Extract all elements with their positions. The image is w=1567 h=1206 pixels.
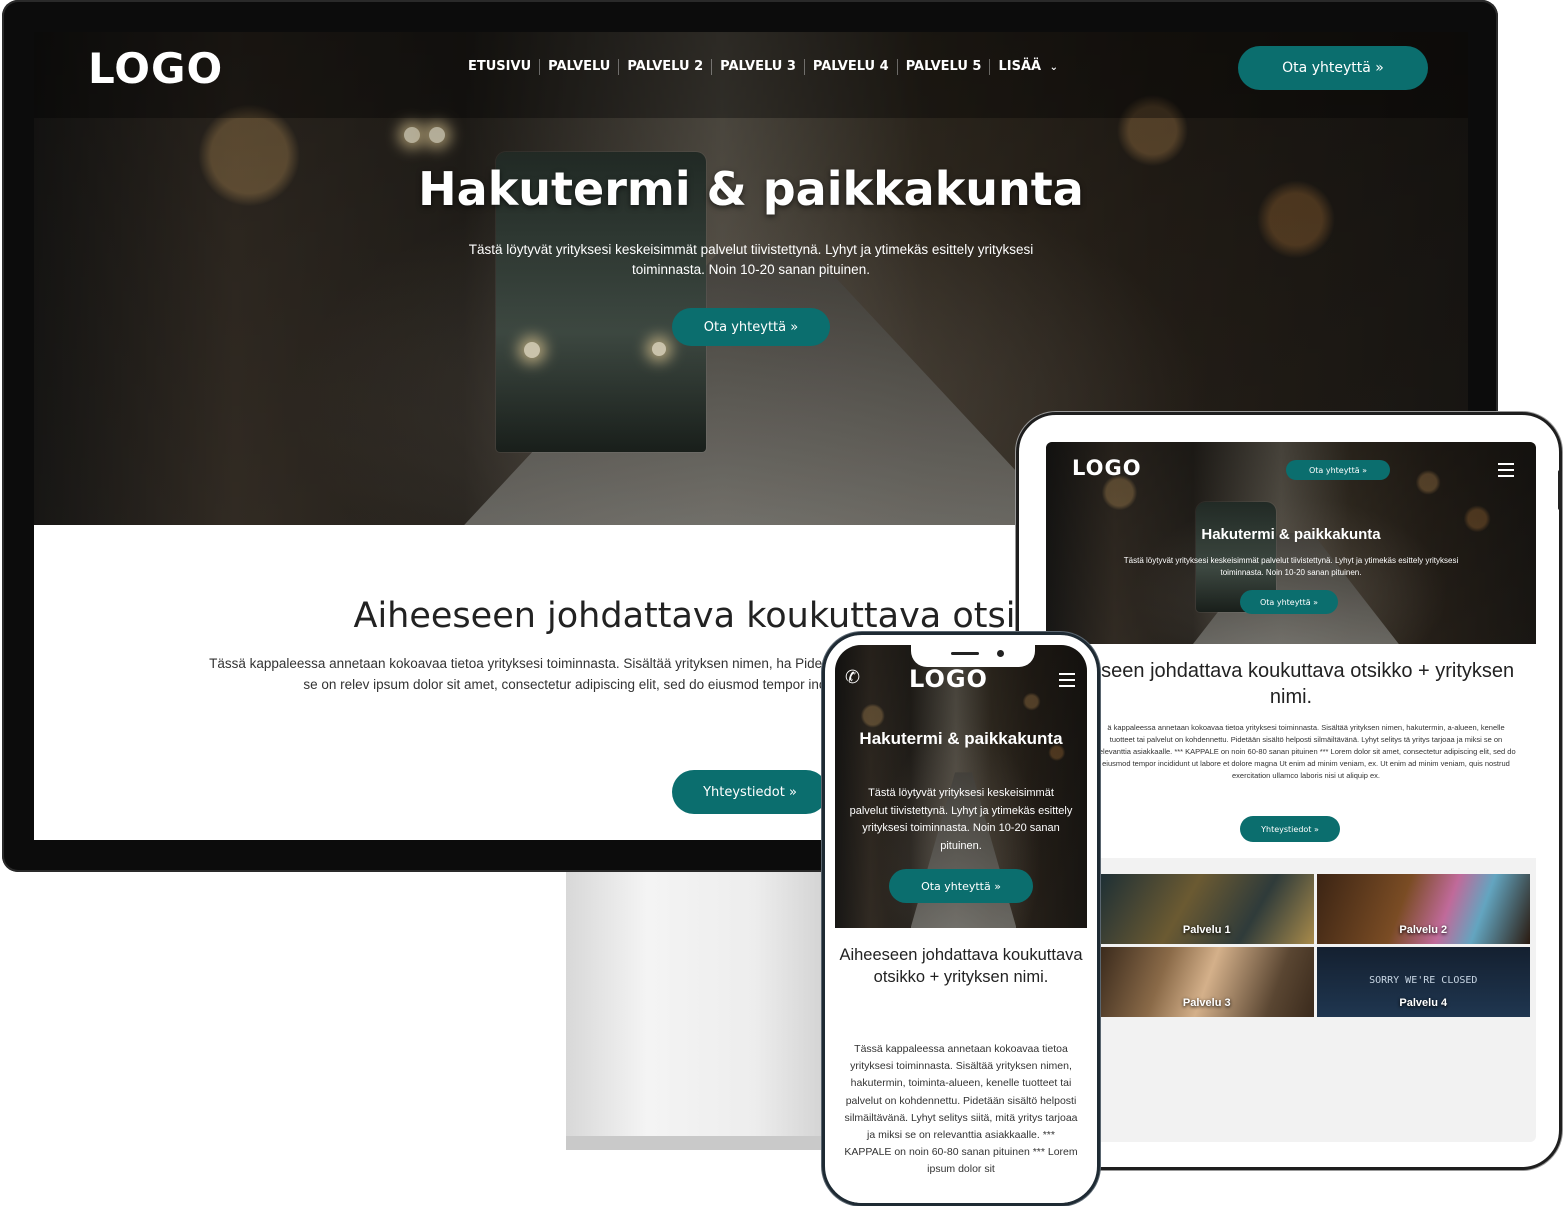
service-tile-3[interactable]: Palvelu 3 bbox=[1100, 947, 1314, 1017]
menu-item-lisaa-label: LISÄÄ bbox=[998, 59, 1042, 74]
phone-camera bbox=[997, 650, 1004, 657]
service-tile-label: Palvelu 4 bbox=[1399, 997, 1448, 1009]
hero-title: Hakutermi & paikkakunta bbox=[418, 162, 1084, 216]
services-grid: Palvelu 1 Palvelu 2 Palvelu 3 SORRY WE'R… bbox=[1100, 874, 1530, 1017]
menu-item-palvelu[interactable]: PALVELU bbox=[539, 59, 618, 75]
menu-item-palvelu-2[interactable]: PALVELU 2 bbox=[618, 59, 711, 75]
hero-title: Hakutermi & paikkakunta bbox=[859, 729, 1063, 748]
phone-icon[interactable]: ✆ bbox=[845, 667, 860, 688]
intro-paragraph: Tässä kappaleessa annetaan kokoavaa tiet… bbox=[844, 1043, 1078, 1176]
menu-item-lisaa[interactable]: LISÄÄ ⌄ bbox=[989, 59, 1066, 75]
intro-paragraph: ä kappaleessa annetaan kokoavaa tietoa y… bbox=[1096, 723, 1516, 780]
chevron-down-icon: ⌄ bbox=[1049, 62, 1058, 73]
hero-subtitle: Tästä löytyvät yrityksesi keskeisimmät p… bbox=[849, 787, 1073, 852]
service-tile-label: Palvelu 1 bbox=[1182, 924, 1231, 936]
header-contact-button[interactable]: Ota yhteyttä » bbox=[1238, 46, 1428, 90]
monitor-stand bbox=[566, 866, 836, 1150]
closed-sign: SORRY WE'RE CLOSED bbox=[1369, 975, 1478, 986]
hero-contact-button[interactable]: Ota yhteyttä » bbox=[889, 869, 1033, 903]
hero-contact-button[interactable]: Ota yhteyttä » bbox=[672, 308, 830, 346]
hero-contact-button[interactable]: Ota yhteyttä » bbox=[1240, 590, 1338, 614]
header-contact-button[interactable]: Ota yhteyttä » bbox=[1286, 460, 1390, 480]
contact-details-button[interactable]: Yhteystiedot » bbox=[672, 770, 828, 814]
hamburger-menu-icon[interactable] bbox=[1059, 673, 1075, 691]
hero-subtitle: Tästä löytyvät yrityksesi keskeisimmät p… bbox=[468, 242, 1034, 277]
intro-heading: heeseen johdattava koukuttava otsikko + … bbox=[1067, 660, 1515, 708]
menu-item-palvelu-3[interactable]: PALVELU 3 bbox=[711, 59, 804, 75]
menu-item-etusivu[interactable]: ETUSIVU bbox=[460, 59, 539, 75]
phone-hero-background-photo: ✆ LOGO Hakutermi & paikkakunta Tästä löy… bbox=[835, 645, 1087, 928]
contact-details-button[interactable]: Yhteystiedot » bbox=[1240, 816, 1340, 842]
site-header: LOGO ETUSIVU PALVELU PALVELU 2 PALVELU 3… bbox=[34, 32, 1468, 118]
tablet-screen: LOGO Ota yhteyttä » Hakutermi & paikkaku… bbox=[1046, 442, 1536, 1142]
intro-heading: Aiheeseen johdattava koukuttava otsikko … bbox=[839, 946, 1083, 986]
menu-item-palvelu-4[interactable]: PALVELU 4 bbox=[803, 59, 897, 75]
hero-subtitle: Tästä löytyvät yrityksesi keskeisimmät p… bbox=[1123, 556, 1459, 577]
site-logo[interactable]: LOGO bbox=[1072, 456, 1142, 480]
service-tile-4[interactable]: SORRY WE'RE CLOSED Palvelu 4 bbox=[1316, 947, 1530, 1017]
phone-speaker bbox=[951, 652, 979, 655]
service-tile-1[interactable]: Palvelu 1 bbox=[1100, 874, 1314, 944]
site-logo[interactable]: LOGO bbox=[88, 44, 223, 93]
tablet-hero-background-photo: LOGO Ota yhteyttä » Hakutermi & paikkaku… bbox=[1046, 442, 1536, 644]
phone-screen: ✆ LOGO Hakutermi & paikkakunta Tästä löy… bbox=[835, 645, 1087, 1203]
service-tile-label: Palvelu 2 bbox=[1399, 924, 1448, 936]
tablet-side-button bbox=[1558, 470, 1562, 510]
main-menu: ETUSIVU PALVELU PALVELU 2 PALVELU 3 PALV… bbox=[460, 59, 1066, 75]
phone-device: ✆ LOGO Hakutermi & paikkakunta Tästä löy… bbox=[822, 632, 1100, 1206]
site-logo[interactable]: LOGO bbox=[909, 665, 988, 693]
monitor-stand-base bbox=[566, 1136, 836, 1150]
hero-title: Hakutermi & paikkakunta bbox=[1201, 526, 1381, 543]
phone-notch bbox=[911, 645, 1035, 667]
service-tile-2[interactable]: Palvelu 2 bbox=[1316, 874, 1530, 944]
menu-item-palvelu-5[interactable]: PALVELU 5 bbox=[896, 59, 990, 75]
service-tile-label: Palvelu 3 bbox=[1182, 997, 1231, 1009]
hamburger-menu-icon[interactable] bbox=[1498, 463, 1514, 481]
